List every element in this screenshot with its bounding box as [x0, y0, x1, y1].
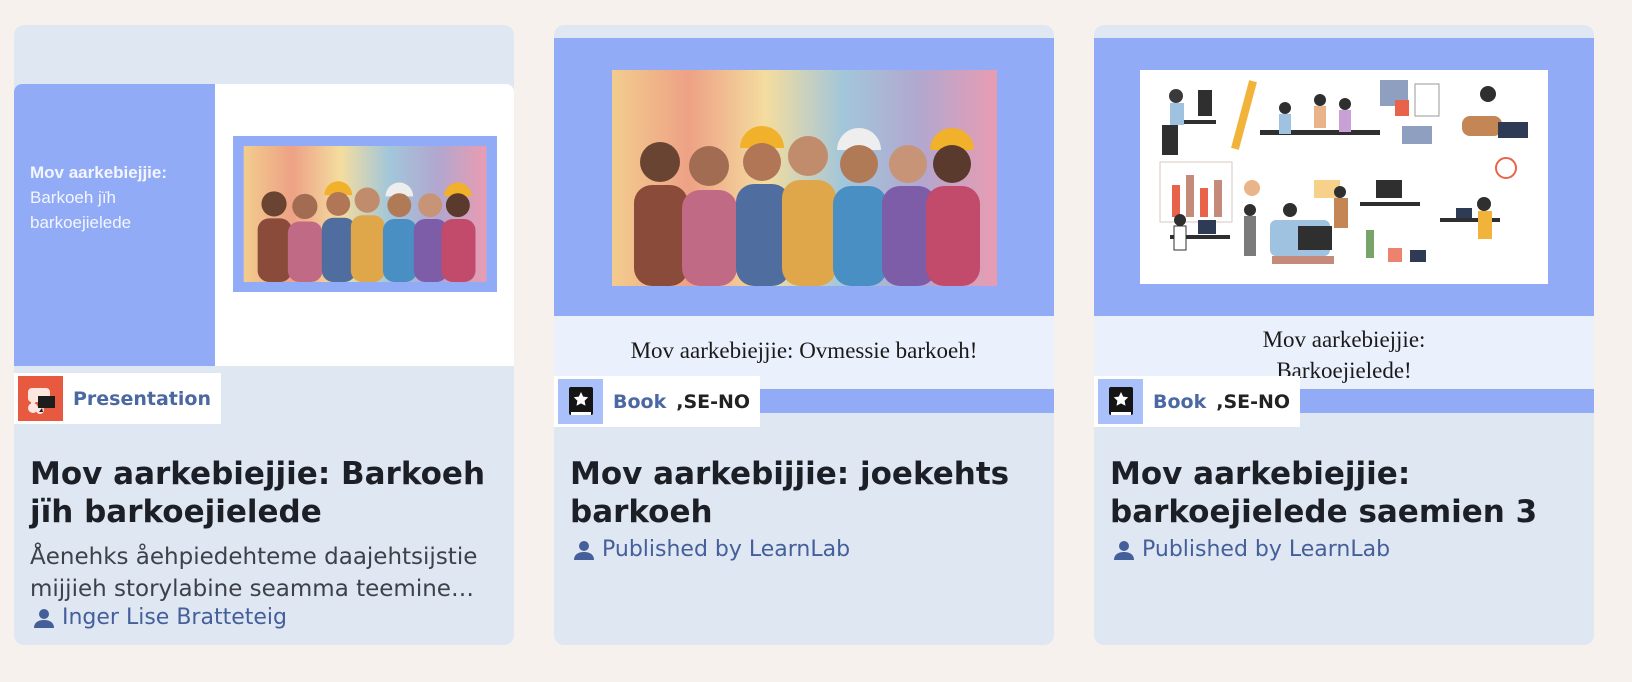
workers-illustration [243, 146, 487, 282]
book-icon [1098, 379, 1143, 424]
content-type-badge: Presentation [14, 373, 221, 424]
presentation-icon [18, 376, 63, 421]
content-type-badge: Book ,SE-NO [554, 376, 761, 427]
publisher-name: Published by LearnLab [1142, 537, 1391, 562]
slide-title-panel: Mov aarkebiejjie: Barkoeh jïh barkoejiel… [14, 84, 215, 366]
cover-caption-line-1: Mov aarkebiejjie: [1262, 327, 1426, 352]
resource-card-presentation[interactable]: Mov aarkebiejjie: Barkoeh jïh barkoejiel… [14, 25, 514, 645]
card-publisher[interactable]: Published by LearnLab [572, 537, 850, 562]
card-title[interactable]: Mov aarkebiejjie: barkoejielede saemien … [1110, 455, 1580, 531]
slide-title-line-2: barkoejielede [30, 213, 132, 232]
card-author[interactable]: Inger Lise Bratteteig [32, 605, 287, 630]
person-icon [574, 540, 594, 560]
resource-card-book[interactable]: Mov aarkebiejjie: Barkoejielede! Book ,S… [1094, 25, 1594, 645]
person-icon [34, 608, 54, 628]
card-thumbnail: Mov aarkebiejjie: Barkoeh jïh barkoejiel… [14, 84, 514, 366]
workers-illustration [612, 70, 997, 286]
author-name: Inger Lise Bratteteig [62, 605, 287, 630]
content-type-label: Book [613, 390, 667, 413]
card-title[interactable]: Mov aarkebijjie: joekehts barkoeh [570, 455, 1040, 531]
card-description: Åenehks åehpiedehteme daajehtsijstie mij… [30, 544, 478, 602]
slide-title-bold: Mov aarkebiejjie: [30, 163, 168, 182]
slide-title-line-1: Barkoeh jïh [30, 188, 116, 207]
resource-card-book[interactable]: Mov aarkebiejjie: Ovmessie barkoeh! Book… [554, 25, 1054, 645]
content-type-label: Presentation [73, 387, 211, 410]
language-label: ,SE-NO [1216, 390, 1291, 413]
cover-image [612, 70, 997, 286]
person-icon [1114, 540, 1134, 560]
card-title[interactable]: Mov aarkebiejjie: Barkoeh jïh barkoejiel… [30, 455, 500, 531]
book-cover-top [554, 38, 1054, 316]
slide-image-frame [233, 136, 497, 292]
cover-image [1140, 70, 1548, 284]
office-illustration [1140, 70, 1548, 284]
publisher-name: Published by LearnLab [602, 537, 851, 562]
content-type-label: Book [1153, 390, 1207, 413]
content-type-badge: Book ,SE-NO [1094, 376, 1301, 427]
book-icon [558, 379, 603, 424]
book-cover-top [1094, 38, 1594, 316]
language-label: ,SE-NO [676, 390, 751, 413]
card-publisher[interactable]: Published by LearnLab [1112, 537, 1390, 562]
